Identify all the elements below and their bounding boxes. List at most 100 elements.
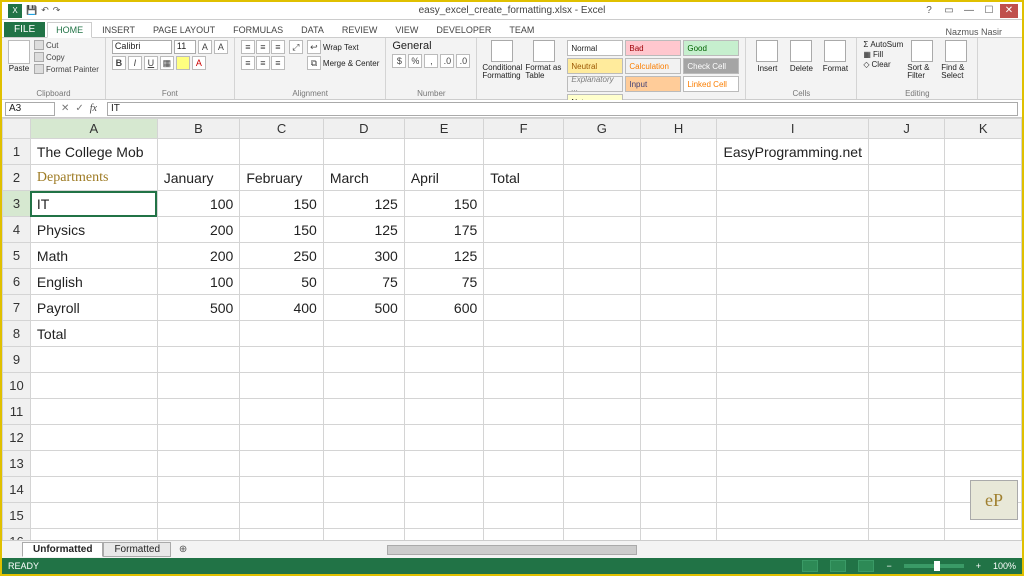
cell-D6[interactable]: 75 [323, 269, 404, 295]
cell-I7[interactable] [717, 295, 869, 321]
cell-K7[interactable] [945, 295, 1022, 321]
border-button[interactable]: ▦ [160, 56, 174, 70]
cell-I1[interactable]: EasyProgramming.net [717, 139, 869, 165]
tab-review[interactable]: REVIEW [334, 23, 386, 37]
cell-B9[interactable] [157, 347, 240, 373]
cell-D14[interactable] [323, 477, 404, 503]
cell-D1[interactable] [323, 139, 404, 165]
cell-B4[interactable]: 200 [157, 217, 240, 243]
cell-H14[interactable] [640, 477, 717, 503]
cell-F6[interactable] [484, 269, 564, 295]
cell-H5[interactable] [640, 243, 717, 269]
cell-E5[interactable]: 125 [404, 243, 483, 269]
cell-B3[interactable]: 100 [157, 191, 240, 217]
cell-B5[interactable]: 200 [157, 243, 240, 269]
style-linked-cell[interactable]: Linked Cell [683, 76, 739, 92]
cell-K10[interactable] [945, 373, 1022, 399]
sheet-tab-formatted[interactable]: Formatted [103, 542, 171, 557]
style-explanatory[interactable]: Explanatory ... [567, 76, 623, 92]
row-header-15[interactable]: 15 [3, 503, 31, 529]
col-header-G[interactable]: G [563, 119, 640, 139]
normal-view-button[interactable] [802, 560, 818, 572]
cell-K16[interactable] [945, 529, 1022, 541]
cell-H11[interactable] [640, 399, 717, 425]
cell-C8[interactable] [240, 321, 324, 347]
qat-undo-icon[interactable]: ↶ [41, 5, 49, 16]
row-header-9[interactable]: 9 [3, 347, 31, 373]
cell-G4[interactable] [563, 217, 640, 243]
row-header-3[interactable]: 3 [3, 191, 31, 217]
comma-button[interactable]: , [424, 54, 438, 68]
cell-A14[interactable] [30, 477, 157, 503]
cell-K12[interactable] [945, 425, 1022, 451]
row-header-16[interactable]: 16 [3, 529, 31, 541]
cell-E12[interactable] [404, 425, 483, 451]
cell-F10[interactable] [484, 373, 564, 399]
spreadsheet-grid[interactable]: ABCDEFGHIJK1The College MobEasyProgrammi… [2, 118, 1022, 540]
page-break-view-button[interactable] [858, 560, 874, 572]
cell-J12[interactable] [869, 425, 945, 451]
cell-E1[interactable] [404, 139, 483, 165]
cell-K11[interactable] [945, 399, 1022, 425]
cell-F9[interactable] [484, 347, 564, 373]
cell-G3[interactable] [563, 191, 640, 217]
row-header-5[interactable]: 5 [3, 243, 31, 269]
increase-font-button[interactable]: A [198, 40, 212, 54]
align-right-button[interactable]: ≡ [271, 56, 285, 70]
row-header-7[interactable]: 7 [3, 295, 31, 321]
cell-K2[interactable] [945, 165, 1022, 191]
cell-I9[interactable] [717, 347, 869, 373]
currency-button[interactable]: $ [392, 54, 406, 68]
maximize-button[interactable]: ☐ [980, 4, 998, 18]
enter-formula-icon[interactable]: ✓ [75, 103, 83, 114]
cell-A8[interactable]: Total [30, 321, 157, 347]
col-header-D[interactable]: D [323, 119, 404, 139]
cell-A4[interactable]: Physics [30, 217, 157, 243]
cell-B2[interactable]: January [157, 165, 240, 191]
cell-C15[interactable] [240, 503, 324, 529]
col-header-I[interactable]: I [717, 119, 869, 139]
cell-G5[interactable] [563, 243, 640, 269]
cell-J7[interactable] [869, 295, 945, 321]
cell-B15[interactable] [157, 503, 240, 529]
style-calculation[interactable]: Calculation [625, 58, 681, 74]
row-header-4[interactable]: 4 [3, 217, 31, 243]
bold-button[interactable]: B [112, 56, 126, 70]
cell-H3[interactable] [640, 191, 717, 217]
cell-I8[interactable] [717, 321, 869, 347]
qat-redo-icon[interactable]: ↷ [53, 5, 61, 16]
cell-E2[interactable]: April [404, 165, 483, 191]
cell-H8[interactable] [640, 321, 717, 347]
ribbon-options-icon[interactable]: ▭ [940, 4, 958, 18]
fill-color-button[interactable] [176, 56, 190, 70]
italic-button[interactable]: I [128, 56, 142, 70]
increase-decimal-button[interactable]: .0 [440, 54, 454, 68]
cell-G7[interactable] [563, 295, 640, 321]
cell-B1[interactable] [157, 139, 240, 165]
cell-E15[interactable] [404, 503, 483, 529]
cell-G2[interactable] [563, 165, 640, 191]
cell-H9[interactable] [640, 347, 717, 373]
cell-D2[interactable]: March [323, 165, 404, 191]
signed-in-user[interactable]: Nazmus Nasir [945, 27, 1002, 37]
cell-C6[interactable]: 50 [240, 269, 324, 295]
cell-B10[interactable] [157, 373, 240, 399]
cell-A5[interactable]: Math [30, 243, 157, 269]
cell-K3[interactable] [945, 191, 1022, 217]
select-all-corner[interactable] [3, 119, 31, 139]
cell-J11[interactable] [869, 399, 945, 425]
cell-A16[interactable] [30, 529, 157, 541]
cell-E8[interactable] [404, 321, 483, 347]
tab-page-layout[interactable]: PAGE LAYOUT [145, 23, 223, 37]
cell-F4[interactable] [484, 217, 564, 243]
cell-I6[interactable] [717, 269, 869, 295]
zoom-out-button[interactable]: − [886, 561, 891, 571]
cell-B8[interactable] [157, 321, 240, 347]
cell-J6[interactable] [869, 269, 945, 295]
cell-J16[interactable] [869, 529, 945, 541]
qat-save-icon[interactable]: 💾 [26, 5, 37, 16]
cell-F2[interactable]: Total [484, 165, 564, 191]
align-center-button[interactable]: ≡ [256, 56, 270, 70]
cell-D7[interactable]: 500 [323, 295, 404, 321]
cell-I12[interactable] [717, 425, 869, 451]
